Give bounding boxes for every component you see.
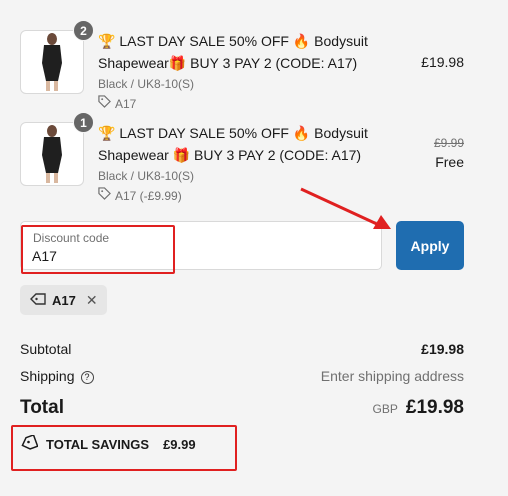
item-discount-code: A17 (-£9.99) — [115, 188, 182, 203]
item-discount-code: A17 — [115, 96, 137, 111]
item-variant: Black / UK8-10(S) — [98, 77, 195, 91]
shipping-value: Enter shipping address — [320, 368, 464, 384]
applied-code: A17 — [52, 292, 76, 308]
tag-icon — [30, 292, 46, 309]
subtotal-label: Subtotal — [20, 341, 72, 357]
subtotal-row: Subtotal £19.98 — [20, 341, 464, 357]
item-price: £19.98 — [421, 54, 464, 70]
quantity-badge: 2 — [73, 20, 94, 41]
total-amount: GBP £19.98 — [373, 397, 464, 419]
item-price-block: £9.99 Free — [434, 136, 464, 170]
savings-tag-icon — [20, 434, 39, 454]
item-title: 🏆 LAST DAY SALE 50% OFF 🔥 Bodysuit Shape… — [98, 33, 368, 71]
help-icon[interactable]: ? — [80, 370, 94, 384]
product-image — [20, 30, 84, 94]
item-variant: Black / UK8-10(S) — [98, 169, 195, 183]
quantity-badge: 1 — [73, 112, 94, 133]
subtotal-value: £19.98 — [421, 341, 464, 357]
shipping-label: Shipping — [20, 368, 75, 384]
applied-discount-chip: A17 ✕ — [20, 285, 107, 315]
total-label: Total — [20, 397, 64, 418]
item-discount: A17 — [98, 95, 388, 112]
line-item: 2 🏆 LAST DAY SALE 50% OFF 🔥 Bodysuit Sha… — [20, 20, 464, 111]
total-value: £19.98 — [405, 397, 464, 418]
product-image — [20, 122, 84, 186]
savings-value: £9.99 — [163, 437, 196, 452]
shipping-label-wrap: Shipping? — [20, 368, 94, 384]
annotation-arrow — [300, 187, 391, 229]
discount-code-label: Discount code — [33, 231, 110, 245]
line-item: 1 🏆 LAST DAY SALE 50% OFF 🔥 Bodysuit Sha… — [20, 112, 464, 203]
tag-icon — [98, 95, 111, 112]
shipping-row: Shipping? Enter shipping address — [20, 368, 464, 384]
total-row: Total GBP £19.98 — [20, 397, 464, 419]
item-original-price: £9.99 — [433, 136, 464, 150]
total-savings: TOTAL SAVINGS £9.99 — [20, 434, 196, 454]
item-price: Free — [435, 154, 464, 170]
savings-label: TOTAL SAVINGS — [46, 437, 150, 452]
item-title: 🏆 LAST DAY SALE 50% OFF 🔥 Bodysuit Shape… — [98, 125, 368, 163]
currency-code: GBP — [372, 402, 398, 416]
discount-code-input[interactable] — [32, 248, 332, 264]
product-thumbnail: 1 — [20, 112, 94, 186]
apply-button[interactable]: Apply — [396, 221, 464, 270]
tag-icon — [98, 187, 111, 204]
item-info: 🏆 LAST DAY SALE 50% OFF 🔥 Bodysuit Shape… — [98, 30, 388, 112]
product-thumbnail: 2 — [20, 20, 94, 94]
remove-discount-icon[interactable]: ✕ — [86, 292, 98, 309]
